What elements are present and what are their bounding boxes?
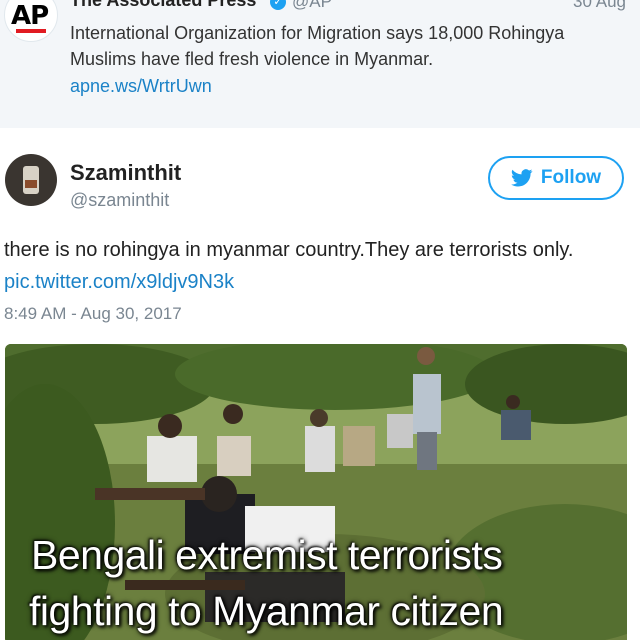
quoted-author-handle[interactable]: @AP: [292, 0, 332, 12]
photo-caption-line-2: fighting to Myanmar citizen: [29, 588, 504, 634]
ap-logo-bar: [16, 29, 46, 33]
quoted-tweet[interactable]: AP The Associated Press ✓ @AP 30 Aug Int…: [0, 0, 640, 128]
quoted-tweet-link[interactable]: apne.ws/WrtrUwn: [70, 76, 212, 97]
tweet-body: there is no rohingya in myanmar country.…: [4, 239, 574, 261]
ap-logo[interactable]: AP: [4, 0, 58, 42]
ap-logo-text: AP: [11, 1, 49, 31]
follow-button-label: Follow: [540, 167, 602, 188]
avatar-detail: [25, 180, 37, 188]
tweet-pic-link[interactable]: pic.twitter.com/x9ldjv9N3k: [4, 271, 234, 293]
tweet-timestamp[interactable]: 8:49 AM - Aug 30, 2017: [4, 304, 182, 324]
author-handle[interactable]: @szaminthit: [70, 190, 169, 211]
verified-badge-icon: ✓: [270, 0, 286, 10]
author-name[interactable]: Szaminthit: [70, 160, 181, 186]
photo-caption-line-1: Bengali extremist terrorists: [31, 532, 503, 578]
follow-button[interactable]: Follow: [488, 156, 624, 200]
quoted-author-name[interactable]: The Associated Press: [70, 0, 256, 11]
quoted-tweet-text: International Organization for Migration…: [70, 23, 565, 69]
quoted-date[interactable]: 30 Aug: [573, 0, 626, 12]
twitter-bird-icon: [511, 169, 533, 187]
avatar[interactable]: [5, 154, 57, 206]
tweet-text: there is no rohingya in myanmar country.…: [4, 234, 634, 298]
tweet-photo[interactable]: Bengali extremist terrorists fighting to…: [5, 344, 627, 640]
